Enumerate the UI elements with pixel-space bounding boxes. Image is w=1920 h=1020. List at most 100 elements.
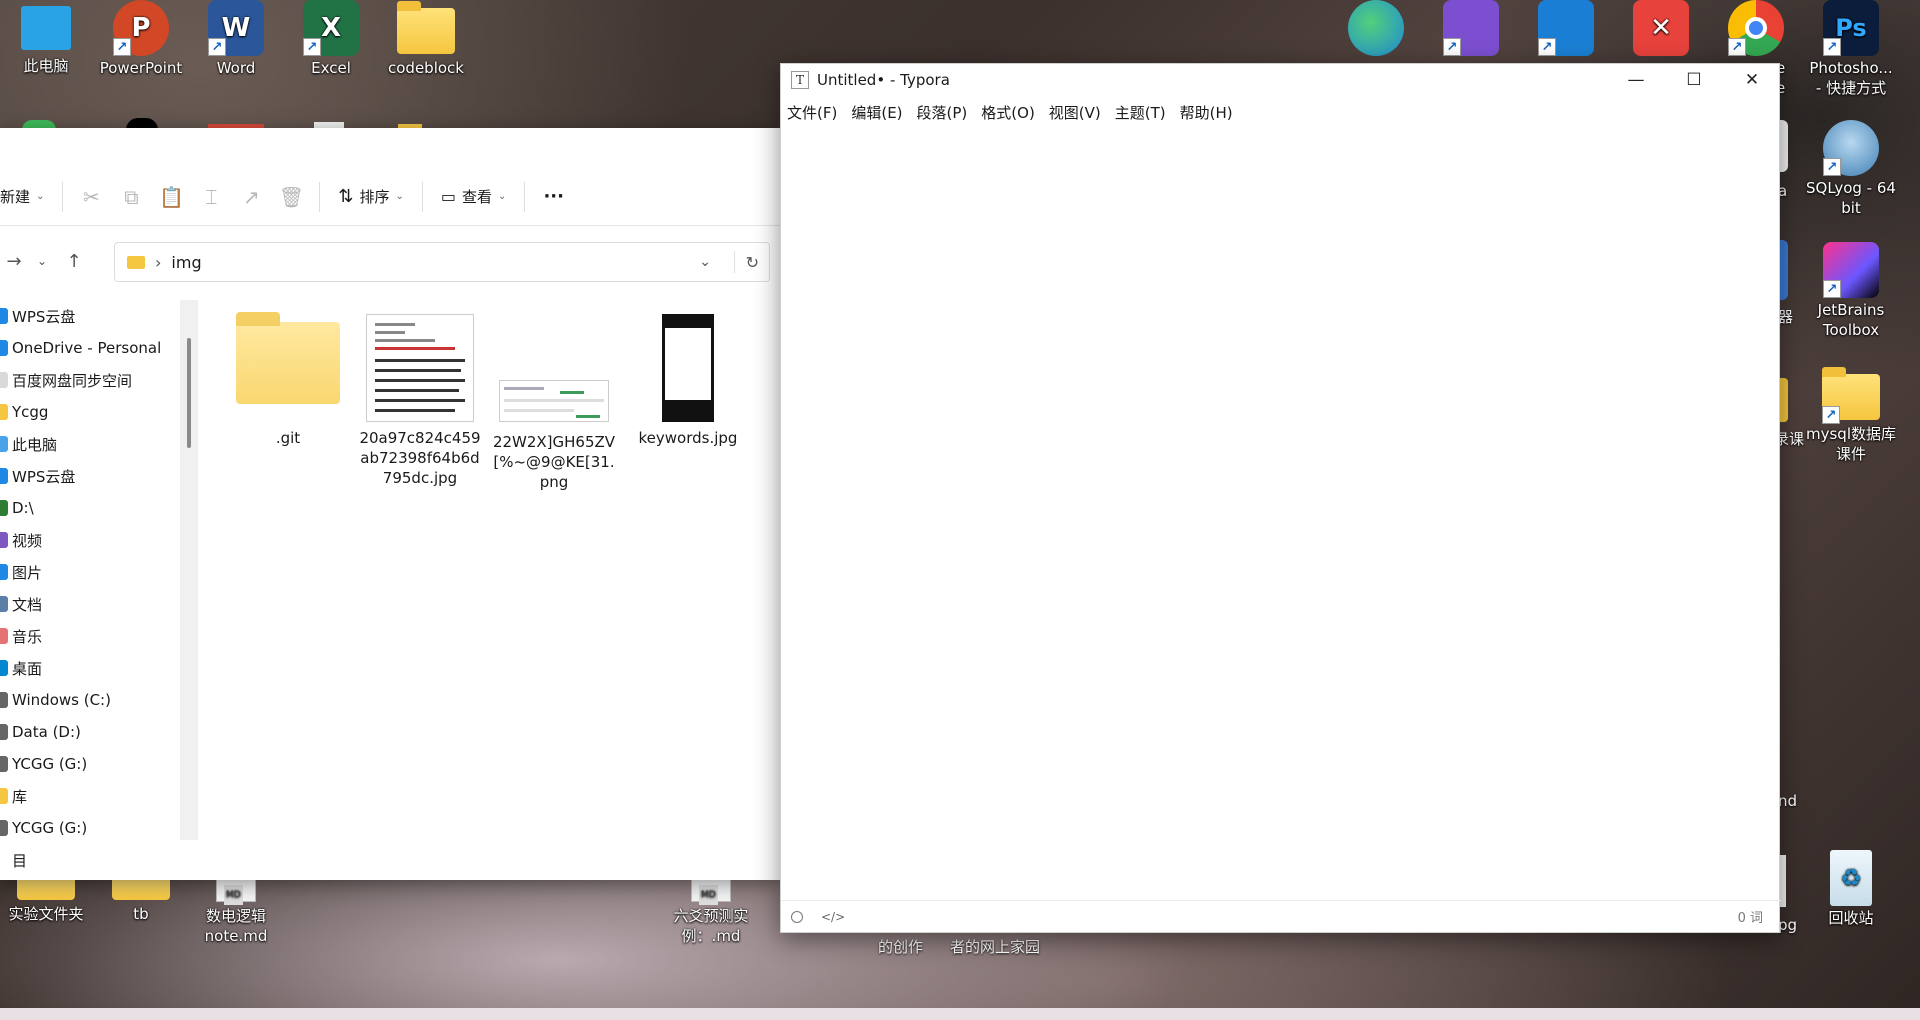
file-item-image[interactable]: 20a97c824c459ab72398f64b6d795dc.jpg (358, 314, 482, 488)
desktop-icon-label: 此电脑 (23, 57, 69, 75)
close-button[interactable]: ✕ (1723, 64, 1781, 96)
nav-item[interactable]: 库 (0, 780, 180, 812)
desktop-icon-mysql-folder[interactable]: ↗ mysql数据库课件 (1805, 366, 1897, 464)
nav-item-label: Data (D:) (12, 723, 81, 741)
desktop-icon-experiment-folder[interactable]: 实验文件夹 (0, 869, 92, 924)
monitor-icon (21, 6, 71, 50)
nav-item[interactable]: D:\ (0, 492, 180, 524)
nav-item[interactable]: 视频 (0, 524, 180, 556)
nav-item-icon (0, 308, 8, 324)
desktop-icon-codeblock[interactable]: codeblock (380, 0, 472, 78)
nav-item[interactable]: 图片 (0, 556, 180, 588)
copy-icon[interactable]: ⧉ (111, 179, 151, 215)
shortcut-arrow-icon: ↗ (1728, 38, 1746, 56)
nav-item[interactable]: 音乐 (0, 620, 180, 652)
nav-item[interactable]: Data (D:) (0, 716, 180, 748)
file-item-keywords[interactable]: keywords.jpg (626, 314, 750, 448)
menu-item[interactable]: 视图(V) (1049, 102, 1101, 123)
source-code-toggle-icon[interactable]: </> (821, 910, 845, 924)
maximize-button[interactable]: ☐ (1665, 64, 1723, 96)
nav-item[interactable]: 桌面 (0, 652, 180, 684)
address-bar[interactable]: › img ⌄ ↻ (114, 242, 770, 282)
desktop-icon-jetbrains-toolbox[interactable]: ↗ JetBrains Toolbox (1805, 242, 1897, 340)
menu-item[interactable]: 格式(O) (981, 102, 1035, 123)
menu-item[interactable]: 文件(F) (787, 102, 837, 123)
sqlyog-icon: ↗ (1823, 120, 1879, 176)
nav-item[interactable]: WPS云盘 (0, 460, 180, 492)
nav-item[interactable]: OneDrive - Personal (0, 332, 180, 364)
nav-item-label: WPS云盘 (12, 467, 76, 486)
nav-item[interactable]: 文档 (0, 588, 180, 620)
nav-item-icon (0, 404, 8, 420)
refresh-icon[interactable]: ↻ (746, 253, 759, 272)
breadcrumb-current[interactable]: img (171, 253, 201, 272)
folder-icon (397, 1, 455, 54)
nav-item-label: 目 (12, 851, 28, 870)
share-icon[interactable]: ↗ (231, 179, 271, 215)
scrollbar-thumb[interactable] (187, 338, 191, 448)
excel-icon: X ↗ (303, 0, 359, 56)
nav-item[interactable]: Ycgg (0, 396, 180, 428)
nav-item[interactable]: 目 (0, 844, 180, 876)
desktop-icon-sqlyog[interactable]: ↗ SQLyog - 64 bit (1805, 120, 1897, 218)
desktop-icon-tb[interactable]: tb (95, 869, 187, 924)
window-title: Untitled• - Typora (817, 71, 950, 89)
nav-item-label: WPS云盘 (12, 307, 76, 326)
nav-item[interactable]: YCGG (G:) (0, 748, 180, 780)
desktop-icon-this-pc[interactable]: 此电脑 (0, 0, 92, 76)
minimize-button[interactable]: — (1607, 64, 1665, 96)
menu-item[interactable]: 编辑(E) (851, 102, 902, 123)
menu-item[interactable]: 帮助(H) (1180, 102, 1233, 123)
menu-item[interactable]: 段落(P) (917, 102, 968, 123)
desktop-icon-note-md[interactable]: MD 数电逻辑note.md (190, 876, 282, 946)
desktop-icon-word[interactable]: W ↗ Word (190, 0, 282, 78)
explorer-toolbar: 新建 ⌄ ✂ ⧉ 📋 ⌶ ↗ 🗑 ⇅ 排序 ⌄ ▭ 查看 ⌄ ··· (0, 168, 780, 226)
file-item-png[interactable]: 22W2X]GH65ZV[%~@9@KE[31.png (492, 314, 616, 492)
nav-item[interactable]: 百度网盘同步空间 (0, 364, 180, 396)
menu-item[interactable]: 主题(T) (1115, 102, 1166, 123)
title-bar[interactable]: T Untitled• - Typora — ☐ ✕ (781, 64, 1781, 96)
view-icon: ▭ (440, 187, 457, 206)
nav-item[interactable]: Windows (C:) (0, 684, 180, 716)
paste-icon[interactable]: 📋 (151, 179, 191, 215)
folder-icon (127, 255, 145, 269)
desktop-icon-label: PowerPoint (99, 59, 183, 77)
desktop-icon-label: JetBrains Toolbox (1817, 301, 1885, 339)
sort-button[interactable]: ⇅ 排序 ⌄ (328, 179, 414, 215)
chevron-down-icon: ⌄ (395, 191, 404, 202)
up-icon[interactable]: ↑ (56, 243, 92, 279)
address-dropdown-icon[interactable]: ⌄ (699, 254, 711, 270)
more-options-button[interactable]: ··· (533, 179, 574, 215)
desktop-icon-recycle-bin[interactable]: ♻ 回收站 (1805, 850, 1897, 928)
cut-icon[interactable]: ✂ (71, 179, 111, 215)
desktop-icon-excel[interactable]: X ↗ Excel (285, 0, 377, 78)
desktop-icon-xmind[interactable]: ✕ (1615, 0, 1707, 58)
rename-icon[interactable]: ⌶ (191, 179, 231, 215)
file-item-git-folder[interactable]: .git (226, 302, 350, 448)
nav-item-icon (0, 628, 8, 644)
outline-toggle-icon[interactable] (791, 910, 803, 923)
view-button[interactable]: ▭ 查看 ⌄ (431, 179, 517, 215)
delete-icon[interactable]: 🗑 (271, 179, 311, 215)
shortcut-arrow-icon: ↗ (303, 38, 321, 56)
navigation-scrollbar[interactable] (180, 300, 198, 840)
desktop-icon-photoshop[interactable]: Ps ↗ Photosho... - 快捷方式 (1805, 0, 1897, 98)
desktop-icon-chrome[interactable]: ↗ e e (1710, 0, 1802, 97)
nav-item[interactable]: WPS云盘 (0, 300, 180, 332)
desktop-icon-label: SQLyog - 64 bit (1806, 179, 1896, 217)
recent-locations-icon[interactable]: ⌄ (28, 243, 56, 279)
editor-area[interactable] (781, 128, 1781, 900)
desktop-icon-powerpoint[interactable]: P ↗ PowerPoint (95, 0, 187, 78)
chevron-down-icon: ⌄ (498, 191, 507, 202)
nav-item[interactable]: YCGG (G:) (0, 812, 180, 844)
forward-icon[interactable]: → (0, 243, 28, 279)
nav-item-label: 图片 (12, 563, 43, 582)
word-count[interactable]: 0 词 (1738, 907, 1763, 926)
desktop-icon-vscode[interactable]: ↗ (1520, 0, 1612, 58)
desktop-icon-visual-studio[interactable]: ↗ (1425, 0, 1517, 58)
nav-item[interactable]: 此电脑 (0, 428, 180, 460)
desktop-icon-label: tb (133, 905, 149, 923)
new-button[interactable]: 新建 ⌄ (0, 179, 54, 215)
desktop-icon-liuyao-md[interactable]: MD 六爻预测实例：.md (665, 876, 757, 946)
desktop-icon-edge[interactable] (1330, 0, 1422, 58)
